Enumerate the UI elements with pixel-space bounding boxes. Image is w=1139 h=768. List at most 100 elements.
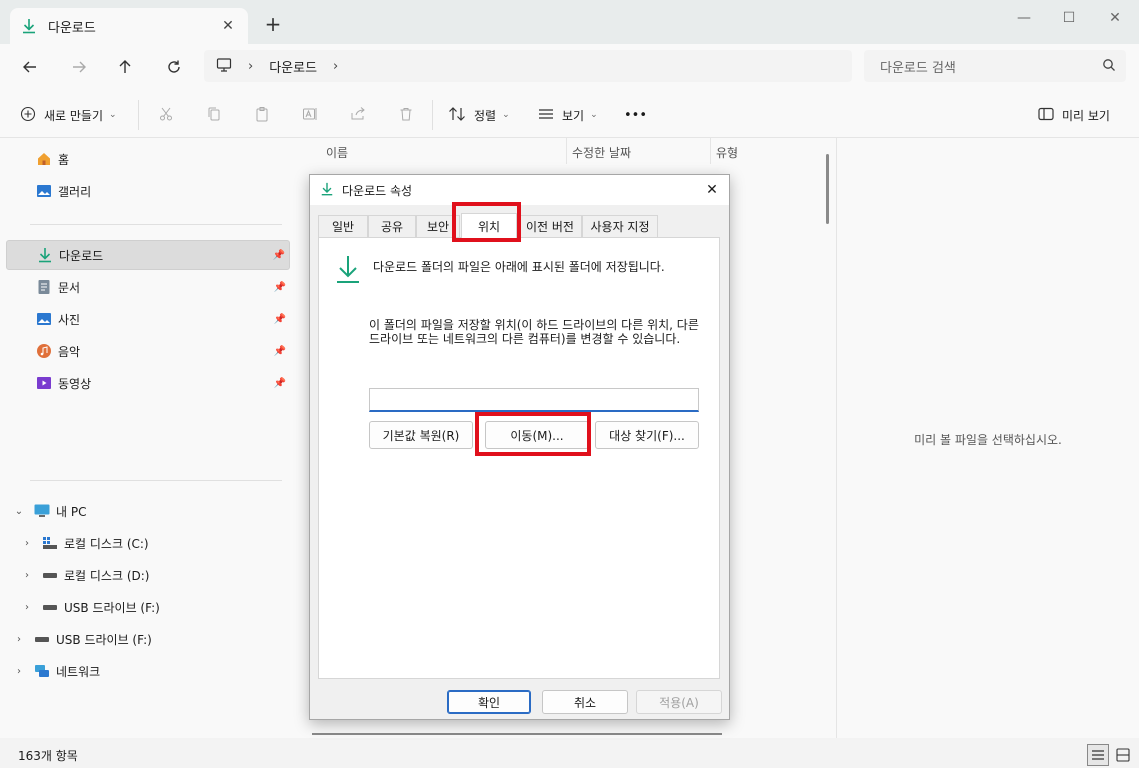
find-target-button[interactable]: 대상 찾기(F)...: [595, 421, 699, 449]
properties-dialog: 다운로드 속성 ✕ 일반 공유 보안 위치 이전 버전 사용자 지정 다운로드 …: [309, 174, 730, 720]
title-bar: 다운로드 ✕ + — ☐ ✕: [0, 0, 1139, 44]
sidebar-item-label: 홈: [58, 152, 70, 167]
share-button[interactable]: [350, 102, 366, 128]
download-icon: [320, 182, 334, 199]
pin-icon[interactable]: 📌: [274, 346, 286, 357]
tab-previous-versions[interactable]: 이전 버전: [518, 215, 582, 237]
back-button[interactable]: [17, 54, 43, 80]
chevron-right-icon[interactable]: ›: [20, 570, 34, 581]
column-header-modified[interactable]: 수정한 날짜: [572, 144, 631, 161]
tab-location[interactable]: 위치: [461, 213, 517, 238]
tab-sharing[interactable]: 공유: [368, 215, 416, 237]
chevron-right-icon: ›: [248, 58, 254, 74]
tree-item-my-pc[interactable]: ⌄ 내 PC: [12, 497, 86, 525]
ok-button[interactable]: 확인: [447, 690, 531, 714]
column-header-type[interactable]: 유형: [716, 144, 738, 161]
tree-item-label: 네트워크: [56, 664, 101, 679]
pc-icon: [34, 504, 50, 518]
up-button[interactable]: [112, 54, 138, 80]
chevron-right-icon[interactable]: ›: [20, 538, 34, 549]
tab-downloads[interactable]: 다운로드 ✕: [10, 8, 248, 44]
rename-icon: [302, 106, 318, 125]
clipboard-icon: [254, 106, 270, 125]
new-label: 새로 만들기: [44, 108, 104, 123]
paste-button[interactable]: [254, 102, 270, 128]
tree-item-local-disk-d[interactable]: › 로컬 디스크 (D:): [20, 561, 149, 589]
view-button[interactable]: 보기 ⌄: [538, 102, 598, 128]
cancel-button[interactable]: 취소: [542, 690, 628, 714]
sidebar-item-documents[interactable]: 문서 📌: [6, 272, 290, 302]
network-icon: [34, 664, 50, 678]
divider: [138, 100, 139, 130]
copy-icon: [206, 106, 222, 125]
pin-icon[interactable]: 📌: [274, 378, 286, 389]
address-bar[interactable]: › 다운로드 ›: [204, 50, 852, 82]
chevron-down-icon[interactable]: ⌄: [12, 506, 26, 517]
search-box[interactable]: 다운로드 검색: [864, 50, 1126, 82]
minimize-button[interactable]: —: [1001, 6, 1047, 30]
tree-item-usb-drive-f-root[interactable]: › USB 드라이브 (F:): [12, 625, 152, 653]
pin-icon[interactable]: 📌: [274, 282, 286, 293]
column-header-name[interactable]: 이름: [326, 144, 348, 161]
chevron-down-icon: ⌄: [502, 110, 510, 120]
sidebar-item-videos[interactable]: 동영상 📌: [6, 368, 290, 398]
chevron-right-icon[interactable]: ›: [333, 59, 338, 74]
chevron-right-icon[interactable]: ›: [12, 666, 26, 677]
sidebar-item-music[interactable]: 음악 📌: [6, 336, 290, 366]
dialog-title-bar[interactable]: 다운로드 속성 ✕: [310, 175, 729, 205]
sidebar-item-home[interactable]: 홈: [6, 144, 290, 174]
tab-general[interactable]: 일반: [318, 215, 368, 237]
breadcrumb-downloads[interactable]: 다운로드: [269, 57, 317, 76]
usb-drive-icon: [34, 632, 50, 646]
more-button[interactable]: •••: [624, 102, 647, 128]
move-button[interactable]: 이동(M)...: [485, 421, 589, 449]
tab-customize[interactable]: 사용자 지정: [582, 215, 658, 237]
pin-icon[interactable]: 📌: [274, 314, 286, 325]
refresh-button[interactable]: [161, 54, 187, 80]
sidebar-item-pictures[interactable]: 사진 📌: [6, 304, 290, 334]
drive-icon: [42, 536, 58, 550]
pc-icon: [216, 57, 232, 76]
forward-button[interactable]: [66, 54, 92, 80]
chevron-right-icon[interactable]: ›: [20, 602, 34, 613]
tree-item-network[interactable]: › 네트워크: [12, 657, 100, 685]
tree-item-usb-drive-f[interactable]: › USB 드라이브 (F:): [20, 593, 160, 621]
tree-item-label: 로컬 디스크 (D:): [64, 568, 150, 583]
delete-button[interactable]: [398, 102, 414, 128]
share-icon: [350, 106, 366, 125]
dialog-close-button[interactable]: ✕: [703, 181, 721, 199]
sidebar-item-label: 음악: [58, 344, 81, 359]
search-icon: [1102, 58, 1116, 76]
usb-drive-icon: [42, 600, 58, 614]
chevron-right-icon[interactable]: ›: [12, 634, 26, 645]
preview-pane-button[interactable]: 미리 보기: [1038, 102, 1110, 128]
new-tab-button[interactable]: +: [262, 14, 284, 36]
file-explorer-window: 다운로드 ✕ + — ☐ ✕ › 다운로드 › 다운로드 검색 새로 만들기 ⌄…: [0, 0, 1139, 768]
sort-icon: [448, 106, 466, 125]
copy-button[interactable]: [206, 102, 222, 128]
maximize-button[interactable]: ☐: [1046, 6, 1092, 30]
restore-default-button[interactable]: 기본값 복원(R): [369, 421, 473, 449]
horizontal-scrollbar[interactable]: [312, 733, 722, 735]
tab-security[interactable]: 보안: [416, 215, 460, 237]
sidebar-item-gallery[interactable]: 갤러리: [6, 176, 290, 206]
sidebar-item-downloads[interactable]: 다운로드 📌: [6, 240, 290, 270]
cut-button[interactable]: [158, 102, 174, 128]
close-tab-icon[interactable]: ✕: [218, 16, 238, 36]
apply-button[interactable]: 적용(A): [636, 690, 722, 714]
location-tab-panel: 다운로드 폴더의 파일은 아래에 표시된 폴더에 저장됩니다. 이 폴더의 파일…: [318, 237, 720, 679]
vertical-scrollbar[interactable]: [826, 154, 829, 224]
close-window-button[interactable]: ✕: [1092, 6, 1138, 30]
tree-item-local-disk-c[interactable]: › 로컬 디스크 (C:): [20, 529, 149, 557]
tiles-view-button[interactable]: [1112, 744, 1134, 766]
sidebar-item-label: 다운로드: [59, 248, 104, 263]
details-view-button[interactable]: [1087, 744, 1109, 766]
location-instructions: 이 폴더의 파일을 저장할 위치(이 하드 드라이브의 다른 위치, 다른 드라…: [369, 318, 699, 346]
rename-button[interactable]: [302, 102, 318, 128]
sort-button[interactable]: 정렬 ⌄: [448, 102, 510, 128]
new-button[interactable]: 새로 만들기 ⌄: [20, 102, 117, 128]
navigation-bar: › 다운로드 › 다운로드 검색: [0, 44, 1139, 90]
picture-icon: [36, 311, 52, 327]
pin-icon[interactable]: 📌: [273, 250, 285, 261]
location-path-field[interactable]: [369, 388, 699, 412]
